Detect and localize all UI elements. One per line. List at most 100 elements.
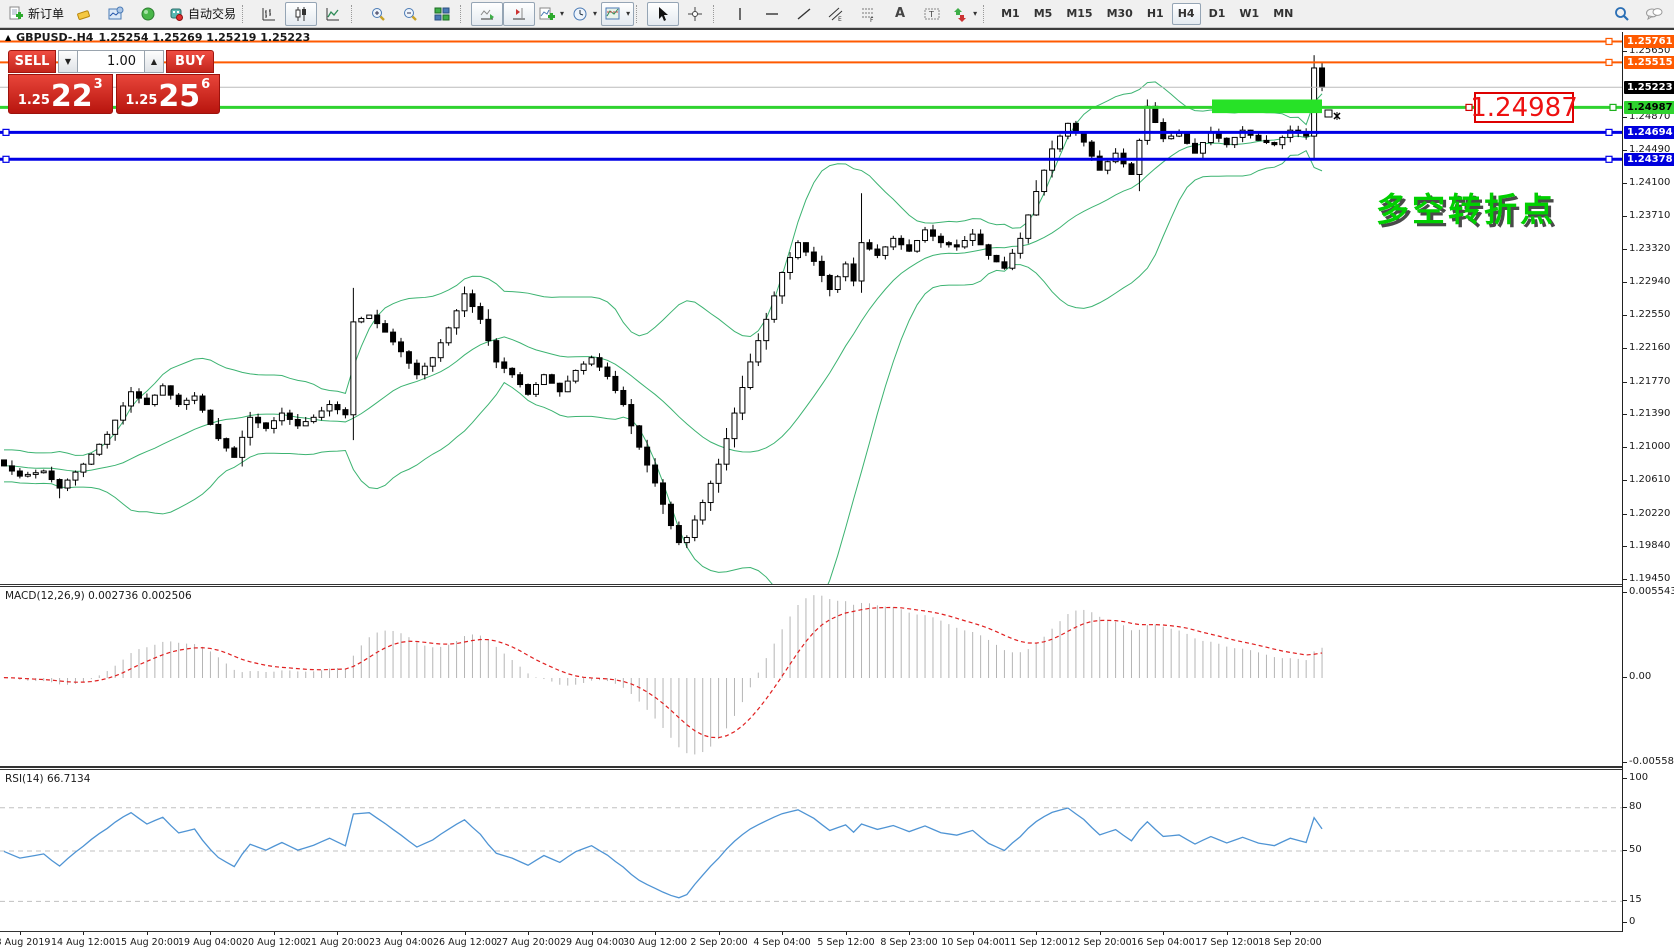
axis-tick <box>1623 762 1627 763</box>
main-chart[interactable] <box>0 32 1622 584</box>
fibonacci-button[interactable]: F <box>852 2 884 26</box>
axis-tick <box>1623 778 1627 779</box>
price-callout-box[interactable]: 1.24987 <box>1474 92 1574 123</box>
symbol-title: GBPUSD-.H4 <box>16 31 93 44</box>
axis-tick <box>1623 514 1627 515</box>
axis-tick <box>1623 807 1627 808</box>
time-tick <box>1227 932 1228 935</box>
dropdown-caret-icon: ▾ <box>973 9 977 18</box>
time-tick <box>1163 932 1164 935</box>
chat-button[interactable] <box>1638 2 1670 26</box>
symbol-search-button[interactable] <box>1606 2 1638 26</box>
time-axis[interactable]: 13 Aug 201914 Aug 12:0015 Aug 20:0019 Au… <box>0 932 1674 950</box>
main-toolbar: 新订单 自动交易 <box>0 0 1674 28</box>
window-collapse-icon[interactable]: ▲ <box>5 33 11 42</box>
price-axis[interactable]: 1.256501.248701.244901.241001.237101.233… <box>1622 32 1674 932</box>
chart-window-button[interactable] <box>100 2 132 26</box>
autoscroll-button[interactable] <box>471 2 503 26</box>
autotrade-button[interactable]: 自动交易 <box>164 2 240 26</box>
price-tick-label: 1.21390 <box>1629 408 1670 419</box>
new-order-button[interactable]: 新订单 <box>4 2 68 26</box>
indicators-button[interactable]: ▾ <box>535 2 568 26</box>
time-tick <box>592 932 593 935</box>
autotrade-robot-icon <box>168 6 184 22</box>
price-tick-label: 1.23320 <box>1629 243 1670 254</box>
time-tick <box>1100 932 1101 935</box>
vertical-line-button[interactable] <box>724 2 756 26</box>
candlestick-chart-button[interactable] <box>285 2 317 26</box>
chart-annotation-text[interactable]: 多空转折点 <box>1376 183 1556 231</box>
sell-price-prefix: 1.25 <box>18 93 50 108</box>
timeframe-mn[interactable]: MN <box>1267 3 1299 25</box>
bar-chart-button[interactable] <box>253 2 285 26</box>
timeframe-m30[interactable]: M30 <box>1101 3 1139 25</box>
price-tick-label: 1.20610 <box>1629 474 1670 485</box>
eraser-icon <box>76 6 92 22</box>
price-tag: 1.25515 <box>1624 56 1674 69</box>
buy-price-main: 25 <box>158 84 200 110</box>
new-order-label: 新订单 <box>28 5 64 22</box>
price-tag: 1.25761 <box>1624 35 1674 48</box>
chart-shift-button[interactable] <box>503 2 535 26</box>
tile-windows-button[interactable] <box>426 2 458 26</box>
axis-tick <box>1623 117 1627 118</box>
axis-tick <box>1623 922 1627 923</box>
zoom-out-button[interactable] <box>394 2 426 26</box>
zoom-in-button[interactable] <box>362 2 394 26</box>
macd-panel[interactable] <box>0 586 1622 767</box>
crosshair-button[interactable] <box>679 2 711 26</box>
cursor-button[interactable] <box>647 2 679 26</box>
mt4-application: 新订单 自动交易 <box>0 0 1674 950</box>
trendline-icon <box>796 6 812 22</box>
dropdown-caret-icon: ▾ <box>626 9 630 18</box>
price-tick-label: 1.19450 <box>1629 573 1670 584</box>
sell-button[interactable]: SELL <box>8 50 56 73</box>
signal-button[interactable] <box>132 2 164 26</box>
sell-price-quote[interactable]: 1.25 22 3 <box>8 74 113 114</box>
timeframe-m1[interactable]: M1 <box>995 3 1026 25</box>
time-tick <box>337 932 338 935</box>
text-button[interactable]: A <box>884 2 916 26</box>
price-tick-label: 1.22940 <box>1629 276 1670 287</box>
price-tick-label: 1.19840 <box>1629 540 1670 551</box>
periods-button[interactable]: ▾ <box>568 2 601 26</box>
channel-button[interactable]: E <box>820 2 852 26</box>
time-tick <box>147 932 148 935</box>
volume-increase-button[interactable]: ▲ <box>144 50 164 73</box>
timeframe-m5[interactable]: M5 <box>1028 3 1059 25</box>
time-tick <box>909 932 910 935</box>
volume-input[interactable]: 1.00 <box>78 50 144 73</box>
symbol-ohlc: 1.25254 1.25269 1.25219 1.25223 <box>98 31 310 44</box>
trendline-button[interactable] <box>788 2 820 26</box>
timeframe-h4[interactable]: H4 <box>1172 3 1201 25</box>
sell-price-main: 22 <box>51 84 93 110</box>
price-tick-label: 1.21770 <box>1629 376 1670 387</box>
volume-decrease-button[interactable]: ▼ <box>58 50 78 73</box>
buy-price-quote[interactable]: 1.25 25 6 <box>116 74 221 114</box>
chart-window-icon <box>108 6 124 22</box>
text-label-button[interactable]: T <box>916 2 948 26</box>
timeframe-w1[interactable]: W1 <box>1233 3 1265 25</box>
templates-button[interactable]: ▾ <box>601 2 634 26</box>
axis-tick <box>1623 315 1627 316</box>
rsi-panel[interactable] <box>0 769 1622 932</box>
line-chart-button[interactable] <box>317 2 349 26</box>
price-tick-label: 1.24100 <box>1629 177 1670 188</box>
timeframe-d1[interactable]: D1 <box>1203 3 1232 25</box>
axis-tick <box>1623 480 1627 481</box>
arrows-button[interactable]: ▾ <box>948 2 981 26</box>
axis-tick <box>1623 348 1627 349</box>
toolbar-separator <box>713 5 720 23</box>
axis-tick <box>1623 414 1627 415</box>
gold-tool-button[interactable] <box>68 2 100 26</box>
rsi-axis-label: 15 <box>1629 894 1642 905</box>
autoscroll-icon <box>479 6 495 22</box>
axis-tick <box>1623 447 1627 448</box>
timeframe-h1[interactable]: H1 <box>1141 3 1170 25</box>
price-tick-label: 1.23710 <box>1629 210 1670 221</box>
horizontal-line-button[interactable] <box>756 2 788 26</box>
chart-shift-icon <box>511 6 527 22</box>
vertical-line-icon <box>733 6 747 22</box>
buy-button[interactable]: BUY <box>166 50 214 73</box>
timeframe-m15[interactable]: M15 <box>1060 3 1098 25</box>
